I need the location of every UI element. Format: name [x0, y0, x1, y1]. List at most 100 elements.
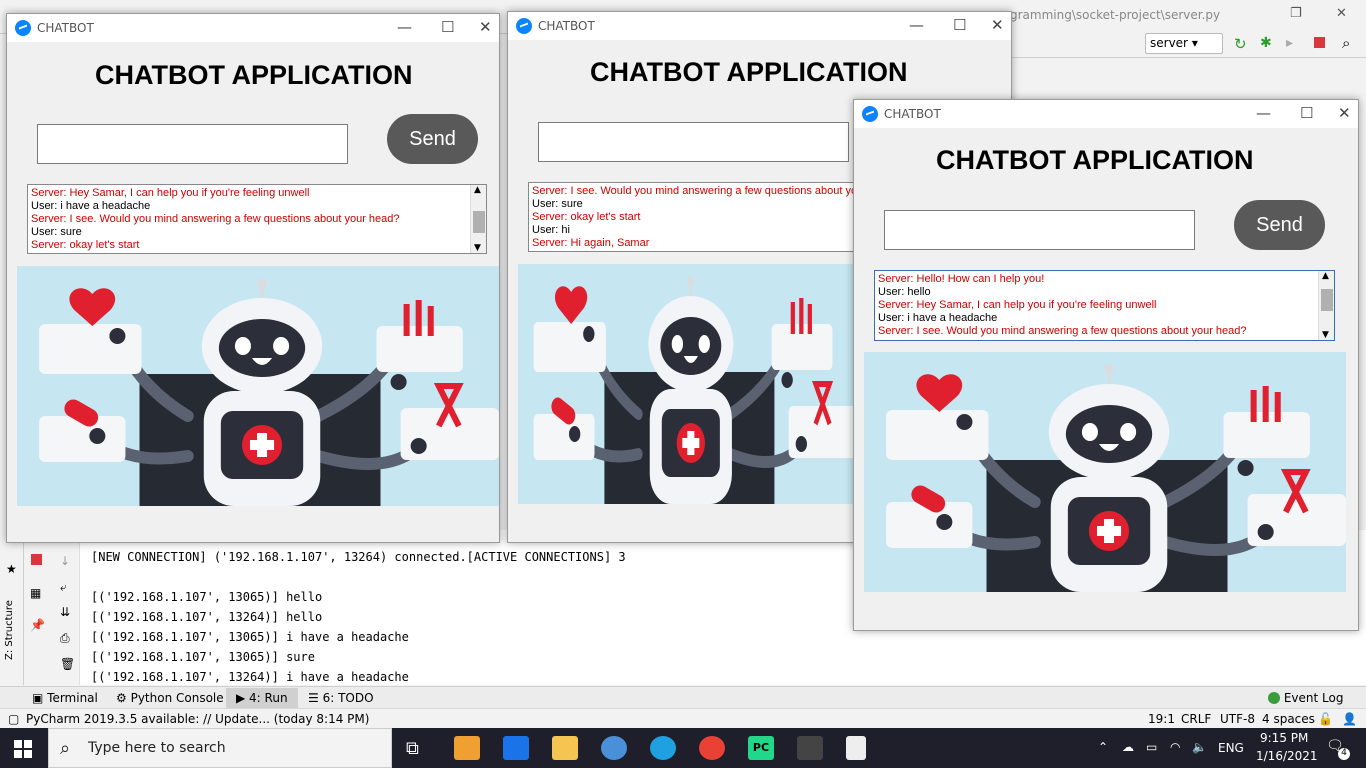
chat-log[interactable]: Server: Hi again, Samar User: hi Server: o… [528, 182, 868, 252]
close-icon[interactable]: ✕ [479, 18, 492, 36]
lock-icon[interactable]: 🔓 [1318, 712, 1333, 726]
scroll-up-icon[interactable]: ▲ [1322, 271, 1329, 281]
file-encoding[interactable]: UTF-8 [1220, 712, 1255, 726]
search-placeholder: Type here to search [88, 740, 226, 756]
run-config-select[interactable]: server ▾ [1145, 33, 1223, 54]
tab-todo[interactable]: ☰ 6: TODO [308, 691, 374, 705]
battery-icon[interactable]: ▭ [1146, 740, 1157, 754]
chrome-icon[interactable] [699, 736, 725, 760]
chat-log[interactable]: Server: okay let's start User: sure Server… [27, 184, 487, 254]
cloud-icon[interactable]: ☁ [1122, 740, 1134, 754]
pin-icon[interactable]: 📌 [30, 618, 45, 632]
wifi-icon[interactable]: ◠ [1170, 740, 1180, 754]
search-everywhere-icon[interactable]: ⌕ [1342, 34, 1350, 52]
scroll-thumb[interactable] [1321, 289, 1333, 311]
minimize-icon[interactable]: — [909, 16, 924, 34]
task-view-icon[interactable]: ⧉ [406, 738, 419, 759]
minimize-icon[interactable]: — [397, 18, 412, 36]
terminal-app-icon[interactable] [797, 736, 823, 760]
chat-scrollbar[interactable]: ▲ ▼ [470, 185, 486, 253]
console-line: [('192.168.1.107', 13065)] sure [91, 650, 315, 664]
coverage-icon[interactable]: ▸ [1286, 35, 1293, 51]
chat-log[interactable]: Server: I see. Would you mind answering … [874, 270, 1335, 341]
layout-icon[interactable]: ▦ [30, 586, 41, 600]
chat-message-server: Server: okay let's start [532, 211, 641, 223]
window-titlebar[interactable]: CHATBOT — ☐ ✕ [854, 100, 1358, 128]
store-icon[interactable] [454, 736, 480, 760]
stop-icon[interactable] [1314, 37, 1325, 48]
console-line: [('192.168.1.107', 13264)] i have a head… [91, 670, 409, 684]
tool-window-tabs: ▣ Terminal ⚙ Python Console ▶ 4: Run ☰ 6… [0, 686, 1366, 708]
scroll-thumb[interactable] [473, 211, 485, 233]
debug-icon[interactable]: ✱ [1260, 35, 1272, 51]
ide-restore-icon[interactable]: ❐ [1290, 6, 1302, 21]
user-icon[interactable]: 👤 [1342, 712, 1357, 726]
app-title: CHATBOT APPLICATION [936, 145, 1254, 175]
chatbot-window[interactable]: CHATBOT — ☐ ✕ CHATBOT APPLICATION Send S… [853, 99, 1359, 631]
rerun-icon[interactable]: ↻ [1234, 35, 1247, 53]
close-icon[interactable]: ✕ [1338, 104, 1351, 122]
clock-date[interactable]: 1/16/2021 [1256, 749, 1318, 763]
print-icon[interactable]: ⎙ [60, 631, 70, 646]
caret-position[interactable]: 19:1 [1148, 712, 1175, 726]
file-explorer-icon[interactable] [552, 736, 578, 760]
windows-start-icon[interactable] [14, 740, 32, 758]
tab-run-label: 4: Run [249, 691, 288, 705]
trash-icon[interactable]: 🗑 [60, 657, 75, 671]
status-bar: ▢ PyCharm 2019.3.5 available: // Update.… [0, 708, 1366, 728]
structure-tab[interactable]: Z: Structure [4, 600, 15, 660]
send-button[interactable]: Send [1234, 200, 1325, 250]
volume-icon[interactable]: 🔈 [1192, 740, 1207, 754]
message-input[interactable] [884, 210, 1195, 250]
robot-illustration [17, 266, 499, 506]
message-input[interactable] [538, 122, 849, 162]
scroll-up-icon[interactable]: ▲ [474, 185, 481, 195]
search-icon: ⌕ [60, 738, 71, 759]
console-line: [('192.168.1.107', 13065)] hello [91, 590, 323, 604]
left-tool-stripe: Z: Structure ★ [0, 530, 24, 685]
pycharm-icon[interactable]: PC [748, 736, 774, 760]
window-titlebar[interactable]: CHATBOT — ☐ ✕ [508, 12, 1011, 40]
tray-chevron-icon[interactable]: ⌃ [1098, 740, 1108, 754]
scroll-down-icon[interactable]: ▼ [1322, 330, 1329, 340]
scroll-down-icon[interactable]: ▼ [474, 243, 481, 253]
event-log-tab[interactable]: Event Log [1268, 691, 1343, 705]
tab-terminal[interactable]: ▣ Terminal [32, 691, 98, 705]
tab-python-console[interactable]: ⚙ Python Console [116, 691, 224, 705]
maximize-icon[interactable]: ☐ [441, 18, 454, 36]
ide-close-icon[interactable]: ✕ [1336, 6, 1347, 21]
status-message[interactable]: PyCharm 2019.3.5 available: // Update...… [26, 712, 369, 726]
chat-message-server: Server: I see. Would you mind answering … [532, 185, 868, 197]
cortana-icon[interactable] [601, 736, 627, 760]
mail-icon[interactable] [503, 736, 529, 760]
indent-setting[interactable]: 4 spaces [1262, 712, 1315, 726]
edge-icon[interactable] [650, 736, 676, 760]
maximize-icon[interactable]: ☐ [953, 16, 966, 34]
chat-message-user: User: hello [878, 286, 931, 298]
chat-message-user: User: i have a headache [878, 312, 998, 324]
line-separator[interactable]: CRLF [1181, 712, 1211, 726]
favorites-star-icon[interactable]: ★ [6, 562, 17, 576]
run-stop-icon[interactable] [31, 554, 42, 565]
soft-wrap-icon[interactable]: ⤶ [60, 580, 67, 595]
chatbot-window[interactable]: CHATBOT — ☐ ✕ CHATBOT APPLICATION Send S… [6, 13, 500, 543]
maximize-icon[interactable]: ☐ [1300, 104, 1313, 122]
chat-scrollbar[interactable]: ▲ ▼ [1318, 271, 1334, 340]
scroll-down-icon[interactable]: ↓ [60, 554, 70, 568]
tab-run[interactable]: ▶ 4: Run [226, 688, 298, 708]
tab-python-console-label: Python Console [130, 691, 224, 705]
scroll-end-icon[interactable]: ⇊ [60, 605, 70, 619]
chat-message-server: Server: Hey Samar, I can help you if you… [878, 299, 1157, 311]
status-info-icon: ▢ [8, 712, 20, 726]
send-button[interactable]: Send [387, 114, 478, 164]
language-indicator[interactable]: ENG [1218, 741, 1244, 755]
message-input[interactable] [37, 124, 348, 164]
chat-message-server: Server: I see. Would you mind answering … [31, 213, 400, 225]
minimize-icon[interactable]: — [1256, 104, 1271, 122]
window-title: CHATBOT [538, 19, 595, 33]
messenger-icon [15, 20, 31, 36]
window-titlebar[interactable]: CHATBOT — ☐ ✕ [7, 14, 499, 42]
close-icon[interactable]: ✕ [991, 16, 1004, 34]
notepad-icon[interactable] [846, 736, 866, 760]
clock-time[interactable]: 9:15 PM [1260, 731, 1308, 745]
